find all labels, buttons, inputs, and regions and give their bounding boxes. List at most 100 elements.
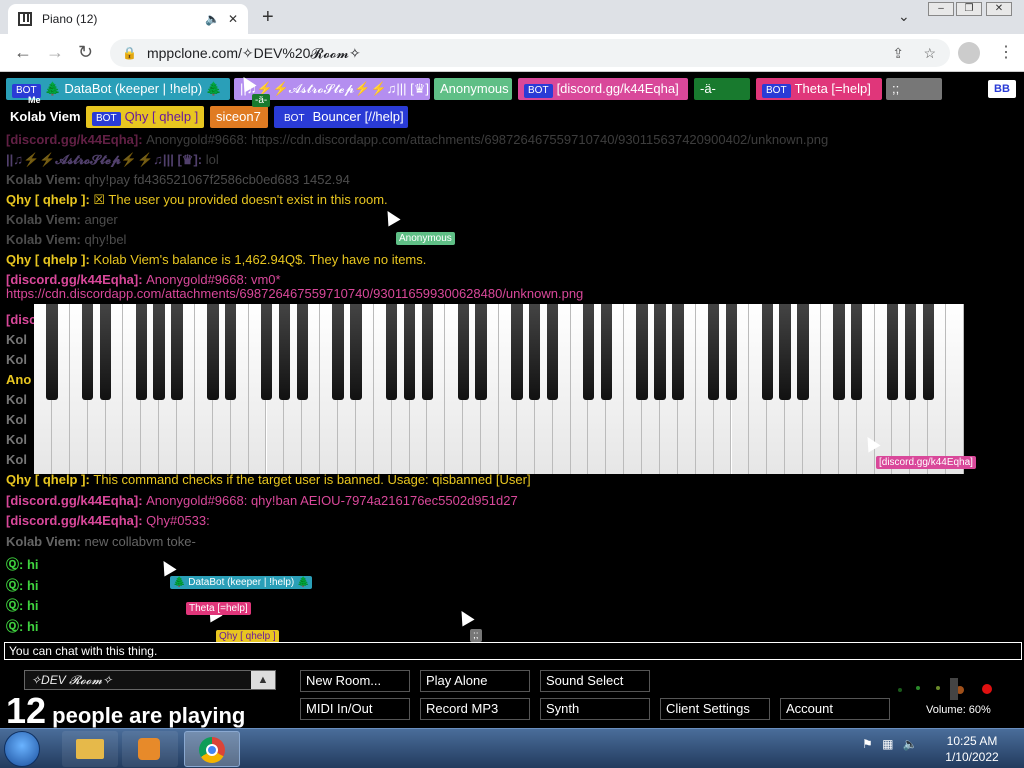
participant-tag[interactable]: BOT Qhy [ qhelp ] [86, 106, 204, 128]
chat-author: Kolab Viem: [6, 172, 85, 187]
midi-in-out-button[interactable]: MIDI In/Out [300, 698, 410, 720]
piano-black-key[interactable] [207, 304, 219, 400]
chat-message: https://cdn.discordapp.com/attachments/6… [6, 286, 583, 301]
chat-author: [discord.gg/k44Eqha]: [6, 513, 147, 528]
piano-black-key[interactable] [99, 304, 112, 400]
piano-black-key[interactable] [797, 304, 809, 400]
piano-black-key[interactable] [296, 304, 308, 400]
client-settings-button[interactable]: Client Settings [660, 698, 770, 720]
piano-black-key[interactable] [350, 304, 362, 400]
participant-tag[interactable]: ;; [886, 78, 942, 100]
piano-black-key[interactable] [761, 304, 773, 400]
piano-black-key[interactable] [332, 304, 344, 400]
sound-select-button[interactable]: Sound Select [540, 670, 650, 692]
piano-black-key[interactable] [403, 304, 416, 400]
piano-black-key[interactable] [81, 304, 94, 400]
status-led [916, 686, 920, 690]
chat-message: Ⓠ: hi [6, 595, 39, 614]
piano-black-key[interactable] [707, 304, 720, 400]
participant-tag[interactable]: -ä- [694, 78, 750, 100]
piano-black-key[interactable] [457, 304, 469, 400]
file-explorer-icon[interactable] [62, 731, 118, 767]
bb-button[interactable]: BB [988, 80, 1016, 98]
network-icon[interactable]: ▦ [882, 737, 893, 751]
piano-black-key[interactable] [725, 304, 738, 400]
reload-icon[interactable]: ↻ [78, 42, 93, 63]
chat-message: Kolab Viem: qhy!bel [6, 232, 126, 247]
account-button[interactable]: Account [780, 698, 890, 720]
piano-black-key[interactable] [46, 304, 58, 400]
piano-black-key[interactable] [385, 304, 398, 400]
new-room-button[interactable]: New Room... [300, 670, 410, 692]
piano-black-key[interactable] [260, 304, 273, 400]
new-tab-button[interactable]: + [262, 6, 274, 29]
participant-tag[interactable]: BOT Bouncer [//help] [274, 106, 408, 128]
profile-avatar[interactable] [958, 42, 980, 64]
maximize-button[interactable]: ❐ [956, 2, 982, 16]
lock-icon[interactable]: 🔒 [122, 46, 137, 60]
flag-icon[interactable]: ⚑ [862, 737, 873, 751]
close-window-button[interactable]: ✕ [986, 2, 1012, 16]
piano-black-key[interactable] [529, 304, 541, 400]
piano-black-key[interactable] [582, 304, 595, 400]
bookmark-star-icon[interactable]: ☆ [923, 45, 936, 62]
forward-icon[interactable]: → [46, 42, 64, 63]
piano-black-key[interactable] [654, 304, 666, 400]
piano-page: BOT 🌲 DataBot (keeper | !help) 🌲 ||♫⚡⚡𝓐𝓼𝓽𝓻… [0, 72, 1024, 728]
piano-black-key[interactable] [922, 304, 934, 400]
minimize-button[interactable]: – [928, 2, 954, 16]
chat-message: Ⓠ: hi [6, 575, 39, 594]
piano-black-key[interactable] [225, 304, 237, 400]
start-button-icon[interactable] [4, 731, 40, 767]
piano-black-key[interactable] [511, 304, 523, 400]
chat-author: [discord.gg/k44Eqha]: [6, 492, 147, 508]
chat-text: ☒ The user you provided doesn't exist in… [93, 192, 388, 207]
room-dropdown-arrow-icon[interactable]: ▲ [251, 671, 275, 689]
piano-black-key[interactable] [636, 304, 648, 400]
piano-black-key[interactable] [135, 304, 148, 400]
record-mp3-button[interactable]: Record MP3 [420, 698, 530, 720]
play-alone-button[interactable]: Play Alone [420, 670, 530, 692]
chat-input[interactable]: You can chat with this thing. [4, 642, 1022, 660]
piano-black-key[interactable] [904, 304, 917, 400]
share-icon[interactable]: ⇪ [892, 45, 904, 62]
volume-slider-handle[interactable] [950, 678, 958, 700]
media-player-icon[interactable] [122, 731, 178, 767]
address-bar[interactable]: 🔒 mppclone.com/✧DEV%20𝓡𝓸𝓸𝓶✧ ⇪ ☆ [110, 39, 950, 67]
chat-message: Qhy [ qhelp ]: Kolab Viem's balance is 1… [6, 252, 426, 267]
piano-black-key[interactable] [833, 304, 845, 400]
participant-tag[interactable]: BOT [discord.gg/k44Eqha] [518, 78, 688, 100]
participant-tag[interactable]: Kolab Viem Me [4, 95, 82, 128]
piano-black-key[interactable] [850, 304, 863, 400]
piano-black-key[interactable] [886, 304, 899, 400]
audio-playing-icon[interactable]: 🔈 [205, 12, 220, 26]
piano-black-key[interactable] [475, 304, 487, 400]
piano-black-key[interactable] [171, 304, 183, 400]
piano-black-key[interactable] [546, 304, 559, 400]
taskbar-clock[interactable]: 10:25 AM 1/10/2022 [940, 733, 1004, 765]
piano-black-key[interactable] [600, 304, 613, 400]
room-select[interactable]: ✧DEV 𝓡𝓸𝓸𝓶✧ ▲ [24, 670, 276, 690]
browser-tab[interactable]: Piano (12) 🔈 ✕ [8, 4, 248, 34]
piano-black-key[interactable] [153, 304, 165, 400]
piano-black-key[interactable] [421, 304, 434, 400]
tab-search-chevron-icon[interactable]: ⌄ [898, 8, 910, 25]
piano-keyboard[interactable] [34, 304, 964, 474]
participant-tag[interactable]: BOT Theta [=help] [756, 78, 882, 100]
participant-name: ;; [892, 81, 900, 96]
piano-black-key[interactable] [672, 304, 684, 400]
piano-black-key[interactable] [278, 304, 291, 400]
speaker-icon[interactable]: 🔈 [903, 737, 918, 751]
browser-menu-icon[interactable]: ⋮ [998, 42, 1014, 62]
synth-button[interactable]: Synth [540, 698, 650, 720]
close-tab-icon[interactable]: ✕ [228, 12, 238, 26]
piano-black-key[interactable] [779, 304, 791, 400]
participant-name: 🌲 DataBot (keeper | !help) 🌲 [44, 81, 222, 96]
participant-tag[interactable]: siceon7 [210, 106, 268, 128]
chat-text: https://cdn.discordapp.com/attachments/6… [6, 286, 584, 301]
participant-tag[interactable]: Anonymous [434, 78, 512, 100]
back-icon[interactable]: ← [14, 42, 32, 63]
piano-white-key[interactable] [946, 304, 964, 474]
chat-text: qhy!bel [84, 232, 127, 247]
chrome-taskbar-icon[interactable] [184, 731, 240, 767]
